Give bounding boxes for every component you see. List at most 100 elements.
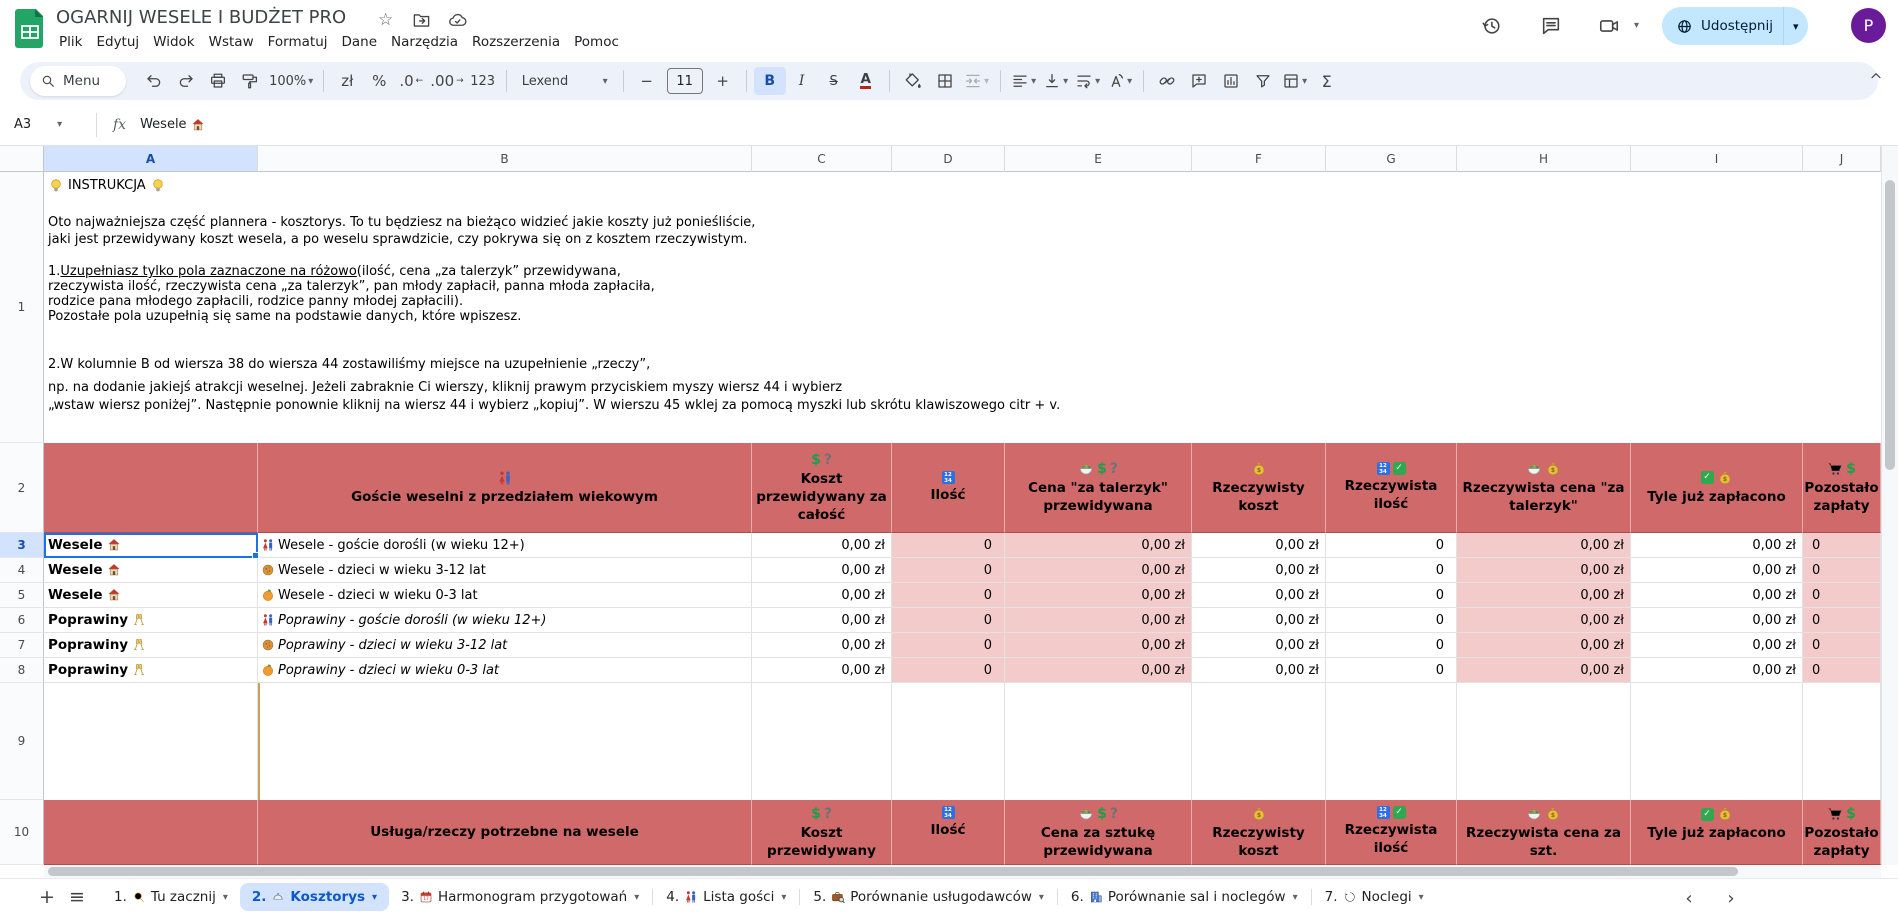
cell-c6[interactable]: 0,00 zł <box>752 608 892 633</box>
cell-f5[interactable]: 0,00 zł <box>1192 583 1326 608</box>
cell-i8[interactable]: 0,00 zł <box>1631 658 1803 683</box>
add-sheet-button[interactable]: + <box>32 882 62 912</box>
cell-c4[interactable]: 0,00 zł <box>752 558 892 583</box>
vertical-align-button[interactable]: ▾ <box>1040 67 1072 95</box>
create-filter-button[interactable] <box>1247 67 1279 95</box>
row-header-9[interactable]: 9 <box>0 683 44 800</box>
tab-porownanie-sal[interactable]: 6. Porównanie sal i noclegów▾ <box>1059 883 1310 911</box>
row-header-1[interactable]: 1 <box>0 172 44 443</box>
cell-e6[interactable]: 0,00 zł <box>1005 608 1192 633</box>
cell-d6[interactable]: 0 <box>892 608 1005 633</box>
cloud-status-icon[interactable] <box>448 11 467 30</box>
select-all-corner[interactable] <box>0 146 44 172</box>
table-views-button[interactable]: ▾ <box>1279 67 1311 95</box>
cell-a6[interactable]: Poprawiny <box>44 608 258 633</box>
menu-formatuj[interactable]: Formatuj <box>261 31 335 53</box>
cell-h9[interactable] <box>1457 683 1631 800</box>
tab-lista-gosci[interactable]: 4. Lista gości▾ <box>654 883 798 911</box>
tab-caret-icon[interactable]: ▾ <box>372 892 377 903</box>
star-icon[interactable]: ☆ <box>378 10 393 30</box>
cell-e3[interactable]: 0,00 zł <box>1005 533 1192 558</box>
cell-d7[interactable]: 0 <box>892 633 1005 658</box>
cell-g3[interactable]: 0 <box>1326 533 1457 558</box>
tabs-scroll-right-button[interactable]: › <box>1718 886 1744 910</box>
cell-f7[interactable]: 0,00 zł <box>1192 633 1326 658</box>
cell-b7[interactable]: Poprawiny - dzieci w wieku 3-12 lat <box>258 633 752 658</box>
cell-h5[interactable]: 0,00 zł <box>1457 583 1631 608</box>
tabs-scroll-left-button[interactable]: ‹ <box>1676 886 1702 910</box>
header-pozostalo-do-zaplaty-2[interactable]: $ Pozostało zapłaty <box>1803 800 1881 865</box>
tab-harmonogram[interactable]: 3. Harmonogram przygotowań▾ <box>389 883 651 911</box>
cell-e5[interactable]: 0,00 zł <box>1005 583 1192 608</box>
cell-h8[interactable]: 0,00 zł <box>1457 658 1631 683</box>
cell-j3[interactable]: 0 <box>1803 533 1881 558</box>
tab-porownanie-uslugodawcow[interactable]: 5. Porównanie usługodawców▾ <box>801 883 1056 911</box>
cell-g5[interactable]: 0 <box>1326 583 1457 608</box>
cell-g8[interactable]: 0 <box>1326 658 1457 683</box>
cell-a4[interactable]: Wesele <box>44 558 258 583</box>
cell-c9[interactable] <box>752 683 892 800</box>
menu-rozszerzenia[interactable]: Rozszerzenia <box>465 31 567 53</box>
zoom-select[interactable]: 100%▾ <box>266 67 316 95</box>
redo-button[interactable] <box>170 67 202 95</box>
meet-button[interactable] <box>1596 13 1622 39</box>
cell-i3[interactable]: 0,00 zł <box>1631 533 1803 558</box>
tab-caret-icon[interactable]: ▾ <box>1039 892 1044 903</box>
decrease-font-size-button[interactable]: − <box>631 67 663 95</box>
undo-button[interactable] <box>138 67 170 95</box>
row-header-2[interactable]: 2 <box>0 443 44 533</box>
cell-h6[interactable]: 0,00 zł <box>1457 608 1631 633</box>
header-blank-a2[interactable] <box>44 443 258 533</box>
fill-handle[interactable] <box>252 552 259 559</box>
document-title[interactable]: OGARNIJ WESELE I BUDŻET PRO <box>56 7 346 28</box>
tab-kosztorys[interactable]: 2. Kosztorys▾ <box>240 883 389 911</box>
fill-color-button[interactable] <box>897 67 929 95</box>
cell-d8[interactable]: 0 <box>892 658 1005 683</box>
cell-b5[interactable]: Wesele - dzieci w wieku 0-3 lat <box>258 583 752 608</box>
header-rzeczywista-ilosc-2[interactable]: 1234✓ Rzeczywista ilość <box>1326 800 1457 865</box>
hide-toolbar-button[interactable] <box>1868 68 1884 84</box>
cell-h3[interactable]: 0,00 zł <box>1457 533 1631 558</box>
tab-caret-icon[interactable]: ▾ <box>781 892 786 903</box>
cell-c5[interactable]: 0,00 zł <box>752 583 892 608</box>
cell-e7[interactable]: 0,00 zł <box>1005 633 1192 658</box>
header-rzeczywista-cena-2[interactable]: Rzeczywista cena za szt. <box>1457 800 1631 865</box>
cell-f6[interactable]: 0,00 zł <box>1192 608 1326 633</box>
name-box[interactable]: A3 ▾ <box>0 104 96 145</box>
header-koszt-przewidywany[interactable]: $? Koszt przewidywany za całość <box>752 443 892 533</box>
toolbar-search-menu[interactable]: Menu <box>30 66 126 96</box>
header-cena-za-sztuke[interactable]: $? Cena za sztukę przewidywana <box>1005 800 1192 865</box>
row-header-10[interactable]: 10 <box>0 800 44 865</box>
cell-b3[interactable]: Wesele - goście dorośli (w wieku 12+) <box>258 533 752 558</box>
cell-f9[interactable] <box>1192 683 1326 800</box>
cell-d4[interactable]: 0 <box>892 558 1005 583</box>
header-rzeczywisty-koszt-2[interactable]: Rzeczywisty koszt <box>1192 800 1326 865</box>
avatar[interactable]: P <box>1851 8 1886 43</box>
cell-a8[interactable]: Poprawiny <box>44 658 258 683</box>
cell-g9[interactable] <box>1326 683 1457 800</box>
header-uslugi-rzeczy[interactable]: Usługa/rzeczy potrzebne na wesele <box>258 800 752 865</box>
menu-wstaw[interactable]: Wstaw <box>202 31 261 53</box>
cell-e4[interactable]: 0,00 zł <box>1005 558 1192 583</box>
cell-i7[interactable]: 0,00 zł <box>1631 633 1803 658</box>
cell-d3[interactable]: 0 <box>892 533 1005 558</box>
increase-decimals-button[interactable]: .00→ <box>427 67 466 95</box>
header-cena-za-talerzyk[interactable]: $? Cena "za talerzyk" przewidywana <box>1005 443 1192 533</box>
header-pozostalo-do-zaplaty[interactable]: $ Pozostało zapłaty <box>1803 443 1881 533</box>
text-wrap-button[interactable]: ▾ <box>1072 67 1104 95</box>
cell-c3[interactable]: 0,00 zł <box>752 533 892 558</box>
row-header-7[interactable]: 7 <box>0 633 44 658</box>
insert-link-button[interactable] <box>1151 67 1183 95</box>
formula-input[interactable]: Wesele <box>140 117 204 132</box>
menu-pomoc[interactable]: Pomoc <box>567 31 626 53</box>
bold-button[interactable]: B <box>754 67 786 95</box>
print-button[interactable] <box>202 67 234 95</box>
vertical-scrollbar-thumb[interactable] <box>1885 180 1895 470</box>
cell-i6[interactable]: 0,00 zł <box>1631 608 1803 633</box>
cell-b9[interactable] <box>258 683 752 800</box>
move-folder-icon[interactable] <box>412 11 431 30</box>
cell-j5[interactable]: 0 <box>1803 583 1881 608</box>
cell-j7[interactable]: 0 <box>1803 633 1881 658</box>
row-header-3[interactable]: 3 <box>0 533 44 558</box>
comments-button[interactable] <box>1538 13 1564 39</box>
